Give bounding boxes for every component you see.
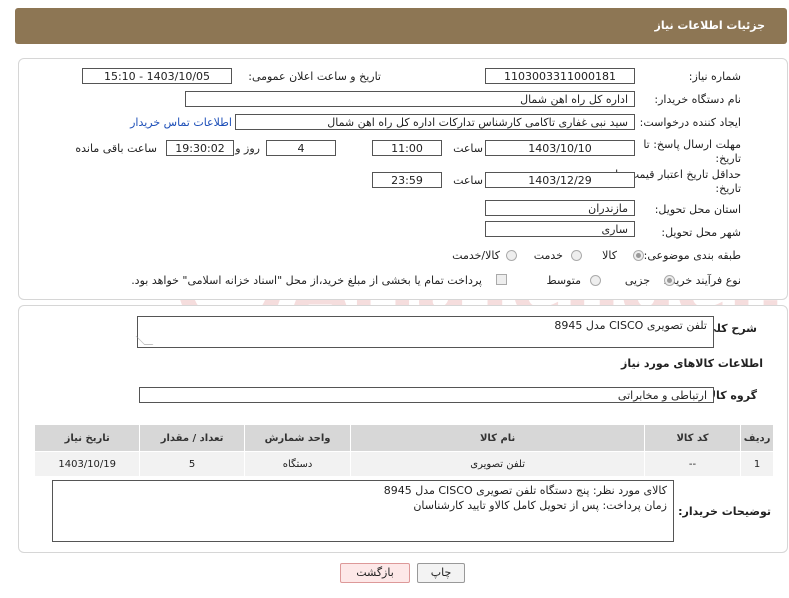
- page-title: جزئیات اطلاعات نیاز: [654, 19, 766, 32]
- buyer-org-label: نام دستگاه خریدار:: [654, 93, 741, 106]
- creator-label: ایجاد کننده درخواست:: [639, 116, 741, 129]
- buyer-notes-line-2: زمان پرداخت: پس از تحویل کامل کالاو تایی…: [413, 499, 667, 512]
- category-option-goods: کالا: [602, 249, 617, 262]
- cell-need-date: 1403/10/19: [33, 451, 141, 477]
- validity-time-field: 23:59: [372, 172, 442, 188]
- city-label: شهر محل تحویل:: [661, 226, 741, 239]
- announce-field: 1403/10/05 - 15:10: [82, 68, 232, 84]
- col-goods-code: کد کالا: [643, 424, 742, 452]
- announce-label: تاریخ و ساعت اعلان عمومی:: [248, 70, 381, 83]
- col-unit: واحد شمارش: [243, 424, 352, 452]
- cell-unit: دستگاه: [243, 451, 352, 477]
- buyer-notes-line-1: کالای مورد نظر: پنج دستگاه تلفن تصویری C…: [383, 484, 667, 497]
- deadline-time-label: ساعت: [453, 142, 483, 155]
- col-row-number: ردیف: [740, 424, 774, 452]
- goods-table-header: ردیف کد کالا نام کالا واحد شمارش تعداد /…: [33, 424, 774, 452]
- category-option-service: خدمت: [533, 249, 563, 262]
- cell-goods-name: تلفن تصویری: [350, 451, 645, 477]
- creator-field: سید نبی غفاری تاکامی کارشناس تدارکات ادا…: [235, 114, 635, 130]
- process-option-medium: متوسط: [546, 274, 581, 287]
- description-field: تلفن تصویری CISCO مدل 8945: [135, 316, 714, 348]
- table-row: 1 -- تلفن تصویری دستگاه 5 1403/10/19: [33, 451, 774, 477]
- process-option-minor: جزیی: [624, 274, 650, 287]
- treasury-payment-note: پرداخت تمام یا بخشی از مبلغ خرید،از محل …: [131, 274, 482, 287]
- province-label: استان محل تحویل:: [654, 203, 741, 216]
- buyer-notes-field: کالای مورد نظر: پنج دستگاه تلفن تصویری C…: [52, 480, 674, 542]
- buyer-org-field: اداره کل راه اهن شمال: [185, 91, 635, 107]
- need-number-label: شماره نیاز:: [688, 70, 741, 83]
- goods-group-field: ارتباطی و مخابراتی: [139, 387, 714, 403]
- goods-info-title: اطلاعات کالاهای مورد نیاز: [621, 357, 763, 370]
- province-field: مازندران: [485, 200, 635, 216]
- description-text: تلفن تصویری CISCO مدل 8945: [554, 319, 707, 332]
- validity-date-field: 1403/12/29: [485, 172, 635, 188]
- validity-time-label: ساعت: [453, 174, 483, 187]
- category-radio-service[interactable]: [571, 250, 582, 261]
- days-label: روز و: [235, 142, 260, 155]
- remaining-label: ساعت باقی مانده: [75, 142, 157, 155]
- goods-table: ردیف کد کالا نام کالا واحد شمارش تعداد /…: [33, 424, 774, 477]
- need-number-field: 1103003311000181: [485, 68, 635, 84]
- print-button[interactable]: چاپ: [417, 563, 465, 583]
- col-quantity: تعداد / مقدار: [139, 424, 245, 452]
- col-need-date: تاریخ نیاز: [33, 424, 141, 452]
- page-header: جزئیات اطلاعات نیاز: [15, 8, 787, 44]
- category-option-goods-service: کالا/خدمت: [452, 249, 500, 262]
- back-button[interactable]: بازگشت: [340, 563, 410, 583]
- deadline-date-field: 1403/10/10: [485, 140, 635, 156]
- cell-goods-code: --: [643, 451, 742, 477]
- remaining-time-field: 19:30:02: [166, 140, 234, 156]
- buyer-contact-link[interactable]: اطلاعات تماس خریدار: [130, 116, 232, 129]
- category-radio-goods[interactable]: [633, 250, 644, 261]
- buyer-notes-label: توضیحات خریدار:: [678, 505, 771, 518]
- deadline-label: مهلت ارسال پاسخ: تا: [643, 138, 741, 151]
- cell-quantity: 5: [139, 451, 245, 477]
- deadline-label-date: تاریخ:: [715, 152, 741, 165]
- category-label: طبقه بندی موضوعی:: [643, 249, 741, 262]
- resize-grip-icon[interactable]: [135, 336, 154, 345]
- cell-row-number: 1: [740, 451, 774, 477]
- process-radio-minor[interactable]: [664, 275, 675, 286]
- col-goods-name: نام کالا: [350, 424, 645, 452]
- days-field: 4: [266, 140, 336, 156]
- deadline-time-field: 11:00: [372, 140, 442, 156]
- process-radio-medium[interactable]: [590, 275, 601, 286]
- validity-label-date: تاریخ:: [715, 182, 741, 195]
- city-field: ساری: [485, 221, 635, 237]
- category-radio-goods-service[interactable]: [506, 250, 517, 261]
- treasury-payment-checkbox[interactable]: [496, 274, 507, 285]
